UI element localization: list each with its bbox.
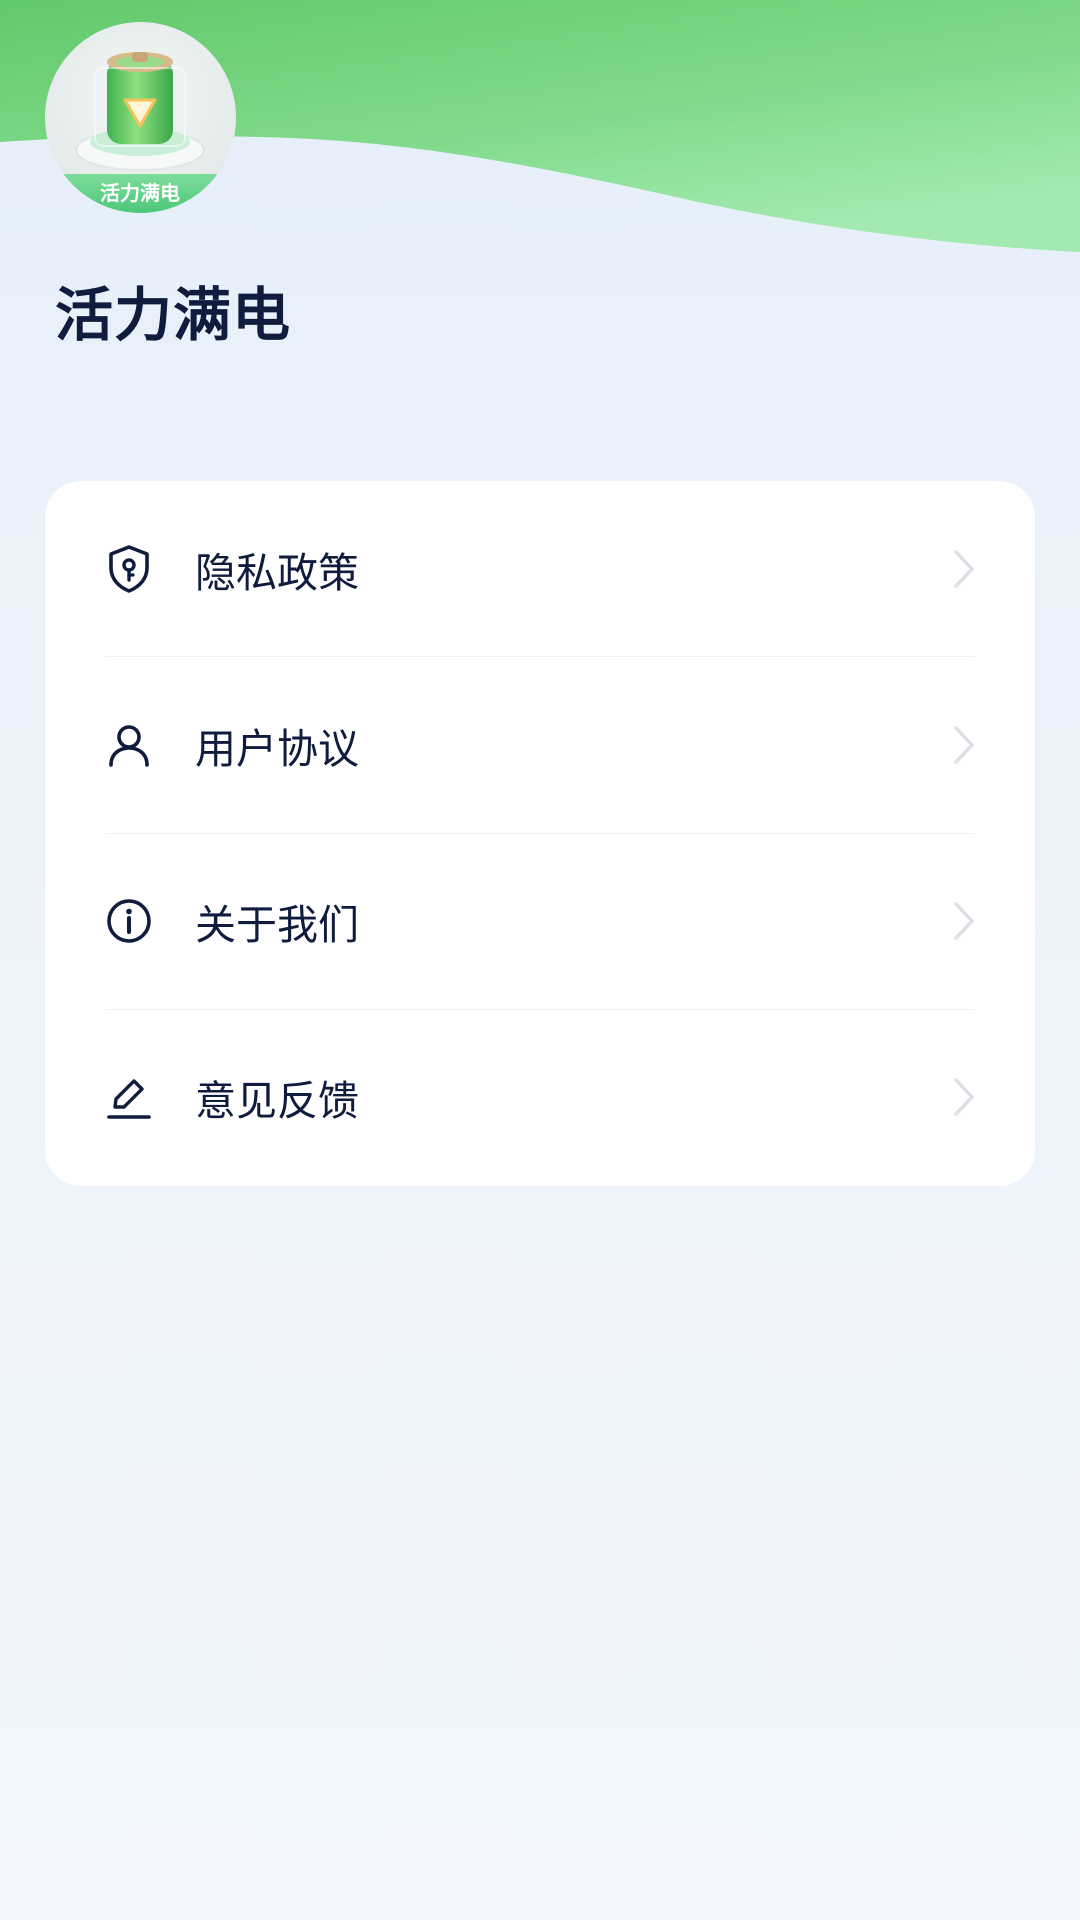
app-logo-avatar: 活力满电: [45, 22, 236, 213]
menu-item-label: 隐私政策: [195, 549, 359, 597]
app-title: 活力满电: [55, 281, 292, 349]
user-icon: [105, 721, 153, 769]
menu-item-privacy-policy[interactable]: 隐私政策: [105, 481, 975, 657]
menu-item-label: 用户协议: [195, 725, 359, 773]
chevron-right-icon: [951, 725, 975, 765]
chevron-right-icon: [951, 901, 975, 941]
menu-item-user-agreement[interactable]: 用户协议: [105, 657, 975, 833]
settings-menu-card: 隐私政策 用户协议 关于我们 意见反馈: [45, 481, 1035, 1186]
menu-item-label: 意见反馈: [195, 1077, 359, 1125]
shield-key-icon: [105, 545, 153, 593]
menu-item-about-us[interactable]: 关于我们: [105, 833, 975, 1009]
menu-item-label: 关于我们: [195, 901, 359, 949]
logo-text: 活力满电: [100, 181, 180, 205]
info-icon: [105, 897, 153, 945]
chevron-right-icon: [951, 549, 975, 589]
menu-item-feedback[interactable]: 意见反馈: [105, 1009, 975, 1185]
edit-pencil-icon: [105, 1073, 153, 1121]
chevron-right-icon: [951, 1077, 975, 1117]
